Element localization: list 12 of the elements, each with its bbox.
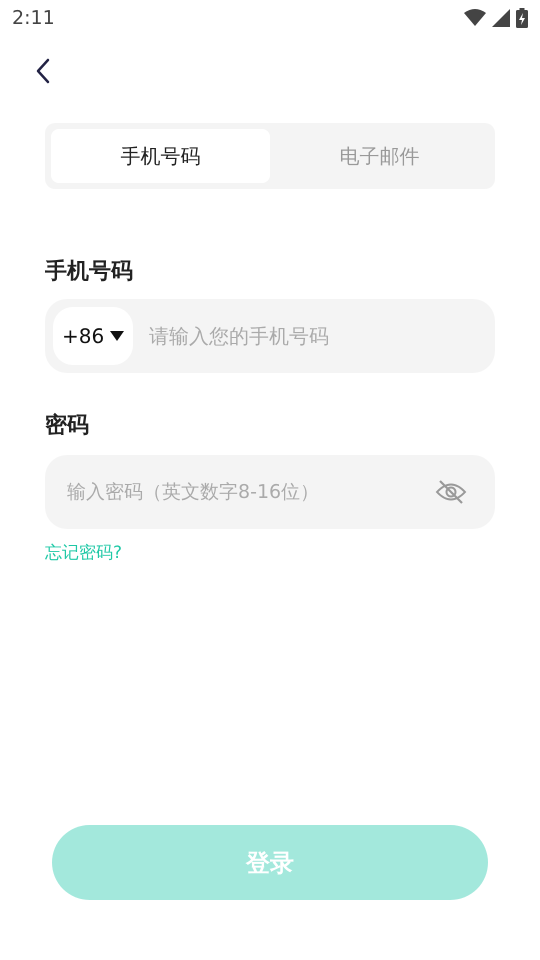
dropdown-icon	[110, 331, 124, 341]
tab[interactable]: 手机号码	[51, 129, 270, 183]
wifi-icon	[464, 9, 486, 27]
country-code-selector[interactable]: +86	[53, 307, 134, 365]
eye-off-icon[interactable]	[435, 479, 467, 505]
signal-icon	[492, 9, 510, 27]
battery-icon	[516, 8, 528, 28]
phone-label: 手机号码	[45, 258, 134, 286]
password-label: 密码	[45, 412, 90, 440]
password-field[interactable]: 输入密码（英文数字8-16位）	[45, 455, 495, 529]
status-time: 2:11	[12, 6, 55, 31]
phone-field[interactable]: +86 请输入您的手机号码	[45, 299, 495, 373]
